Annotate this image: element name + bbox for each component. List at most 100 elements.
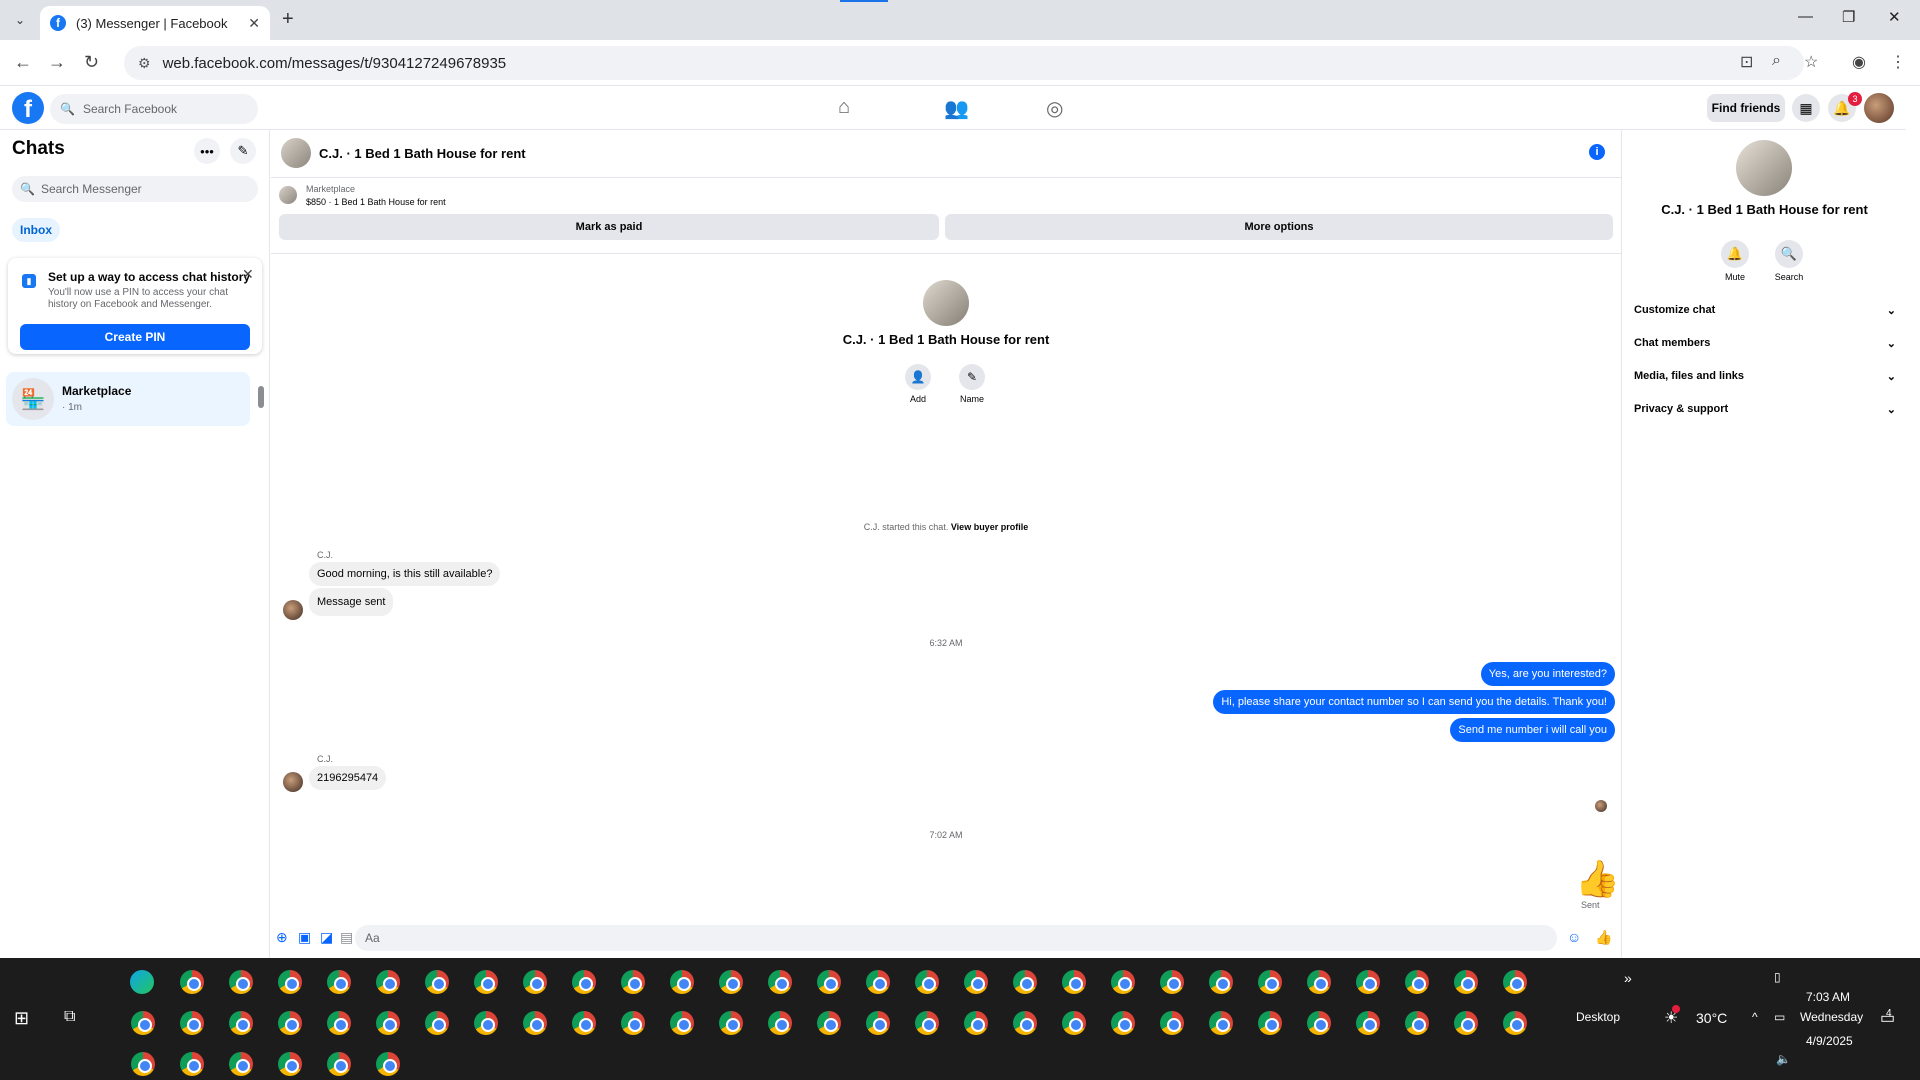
- chrome-icon[interactable]: [768, 970, 792, 994]
- sticker-icon[interactable]: ◪: [320, 929, 333, 946]
- chrome-icon[interactable]: [131, 1052, 155, 1076]
- new-message-icon[interactable]: ✎: [230, 138, 256, 164]
- chrome-icon[interactable]: [1307, 970, 1331, 994]
- chrome-icon[interactable]: [376, 970, 400, 994]
- chrome-icon[interactable]: [327, 970, 351, 994]
- chrome-icon[interactable]: [572, 1011, 596, 1035]
- message-bubble-incoming[interactable]: Good morning, is this still available?: [309, 562, 501, 586]
- facebook-logo-icon[interactable]: f: [12, 92, 44, 124]
- chrome-icon[interactable]: [817, 970, 841, 994]
- tray-chevron-icon[interactable]: ^: [1752, 1010, 1758, 1024]
- chrome-icon[interactable]: [670, 970, 694, 994]
- chrome-icon[interactable]: [817, 1011, 841, 1035]
- chrome-icon[interactable]: [1454, 970, 1478, 994]
- zoom-icon[interactable]: ⌕: [1772, 52, 1781, 70]
- account-avatar[interactable]: [1864, 93, 1894, 123]
- url-field[interactable]: ⚙ web.facebook.com/messages/t/9304127249…: [124, 46, 1804, 80]
- chrome-icon[interactable]: [1209, 970, 1233, 994]
- windows-start-icon[interactable]: ⊞: [14, 1008, 29, 1029]
- chrome-icon[interactable]: [866, 1011, 890, 1035]
- message-bubble-incoming[interactable]: Message sent: [309, 588, 394, 616]
- back-button[interactable]: ←: [14, 52, 32, 73]
- friends-icon[interactable]: 👥: [944, 96, 969, 121]
- clock-date[interactable]: 4/9/2025: [1806, 1034, 1853, 1048]
- new-tab-button[interactable]: +: [282, 8, 294, 31]
- customize-chat-row[interactable]: Customize chat ⌄: [1634, 304, 1896, 317]
- mute-button[interactable]: 🔔 Mute: [1705, 240, 1765, 282]
- profile-icon[interactable]: ◉: [1852, 52, 1866, 72]
- clock-time[interactable]: 7:03 AM: [1806, 990, 1850, 1004]
- network-icon[interactable]: ▭: [1774, 1010, 1785, 1024]
- chrome-icon[interactable]: [1111, 970, 1135, 994]
- chrome-icon[interactable]: [1160, 1011, 1184, 1035]
- chrome-icon[interactable]: [229, 970, 253, 994]
- chrome-icon[interactable]: [180, 1011, 204, 1035]
- chrome-icon[interactable]: [964, 1011, 988, 1035]
- mark-as-paid-button[interactable]: Mark as paid: [279, 214, 939, 240]
- info-icon[interactable]: i: [1589, 144, 1605, 160]
- search-button[interactable]: 🔍 Search: [1759, 240, 1819, 282]
- bookmark-star-icon[interactable]: ☆: [1804, 52, 1818, 72]
- chrome-icon[interactable]: [278, 970, 302, 994]
- menu-grid-icon[interactable]: ▦: [1792, 94, 1820, 122]
- chrome-icon[interactable]: [474, 970, 498, 994]
- message-bubble-incoming[interactable]: 2196295474: [309, 766, 387, 790]
- plus-circle-icon[interactable]: ⊕: [276, 929, 288, 946]
- chrome-icon[interactable]: [376, 1011, 400, 1035]
- home-icon[interactable]: ⌂: [838, 96, 850, 119]
- chrome-icon[interactable]: [1258, 1011, 1282, 1035]
- chrome-icon[interactable]: [1013, 1011, 1037, 1035]
- sender-avatar[interactable]: [283, 772, 303, 792]
- chrome-icon[interactable]: [327, 1052, 351, 1076]
- create-pin-button[interactable]: Create PIN: [20, 324, 250, 350]
- chrome-icon[interactable]: [964, 970, 988, 994]
- add-button[interactable]: 👤 Add: [888, 364, 948, 404]
- facebook-search-input[interactable]: 🔍 Search Facebook: [50, 94, 258, 124]
- thumbs-up-icon[interactable]: 👍: [1595, 929, 1612, 946]
- close-icon[interactable]: ✕: [248, 15, 260, 32]
- privacy-support-row[interactable]: Privacy & support ⌄: [1634, 403, 1896, 416]
- tab-search-button[interactable]: ⌄: [8, 8, 32, 32]
- name-button[interactable]: ✎ Name: [942, 364, 1002, 404]
- listing-title[interactable]: $850 · 1 Bed 1 Bath House for rent: [306, 197, 446, 207]
- temperature[interactable]: 30°C: [1696, 1010, 1727, 1026]
- chrome-icon[interactable]: [1503, 1011, 1527, 1035]
- chrome-icon[interactable]: [131, 1011, 155, 1035]
- restore-button[interactable]: ❐: [1842, 8, 1855, 26]
- chrome-icon[interactable]: [1209, 1011, 1233, 1035]
- chrome-icon[interactable]: [621, 1011, 645, 1035]
- chrome-icon[interactable]: [1503, 970, 1527, 994]
- chrome-icon[interactable]: [425, 970, 449, 994]
- chrome-icon[interactable]: [1062, 1011, 1086, 1035]
- chrome-icon[interactable]: [866, 970, 890, 994]
- volume-icon[interactable]: 🔈: [1776, 1052, 1791, 1066]
- chrome-icon[interactable]: [1062, 970, 1086, 994]
- chrome-icon[interactable]: [1111, 1011, 1135, 1035]
- chrome-icon[interactable]: [719, 970, 743, 994]
- emoji-icon[interactable]: ☺: [1567, 929, 1581, 945]
- chrome-icon[interactable]: [621, 970, 645, 994]
- message-bubble-outgoing[interactable]: Yes, are you interested?: [1480, 662, 1615, 686]
- chrome-icon[interactable]: [229, 1011, 253, 1035]
- sender-avatar[interactable]: [283, 600, 303, 620]
- find-friends-button[interactable]: Find friends: [1707, 94, 1785, 122]
- messenger-search-input[interactable]: 🔍 Search Messenger: [12, 176, 258, 202]
- gallery-icon[interactable]: ▣: [298, 929, 311, 946]
- edge-browser-icon[interactable]: [130, 970, 154, 994]
- chat-avatar[interactable]: [281, 138, 311, 168]
- chrome-icon[interactable]: [1258, 970, 1282, 994]
- chrome-icon[interactable]: [523, 970, 547, 994]
- chrome-icon[interactable]: [572, 970, 596, 994]
- chrome-icon[interactable]: [278, 1011, 302, 1035]
- options-dots-icon[interactable]: •••: [194, 138, 220, 164]
- chat-members-row[interactable]: Chat members ⌄: [1634, 337, 1896, 350]
- chrome-icon[interactable]: [327, 1011, 351, 1035]
- forward-button[interactable]: →: [48, 52, 66, 73]
- site-info-icon[interactable]: ⚙: [138, 55, 151, 72]
- chrome-icon[interactable]: [474, 1011, 498, 1035]
- scroll-thumb[interactable]: [258, 386, 264, 408]
- conversation-item-marketplace[interactable]: 🏪 Marketplace · 1m: [6, 372, 250, 426]
- browser-tab-messenger[interactable]: f (3) Messenger | Facebook ✕: [40, 6, 270, 40]
- reload-button[interactable]: ↻: [84, 52, 99, 73]
- message-bubble-outgoing[interactable]: Hi, please share your contact number so …: [1213, 690, 1615, 714]
